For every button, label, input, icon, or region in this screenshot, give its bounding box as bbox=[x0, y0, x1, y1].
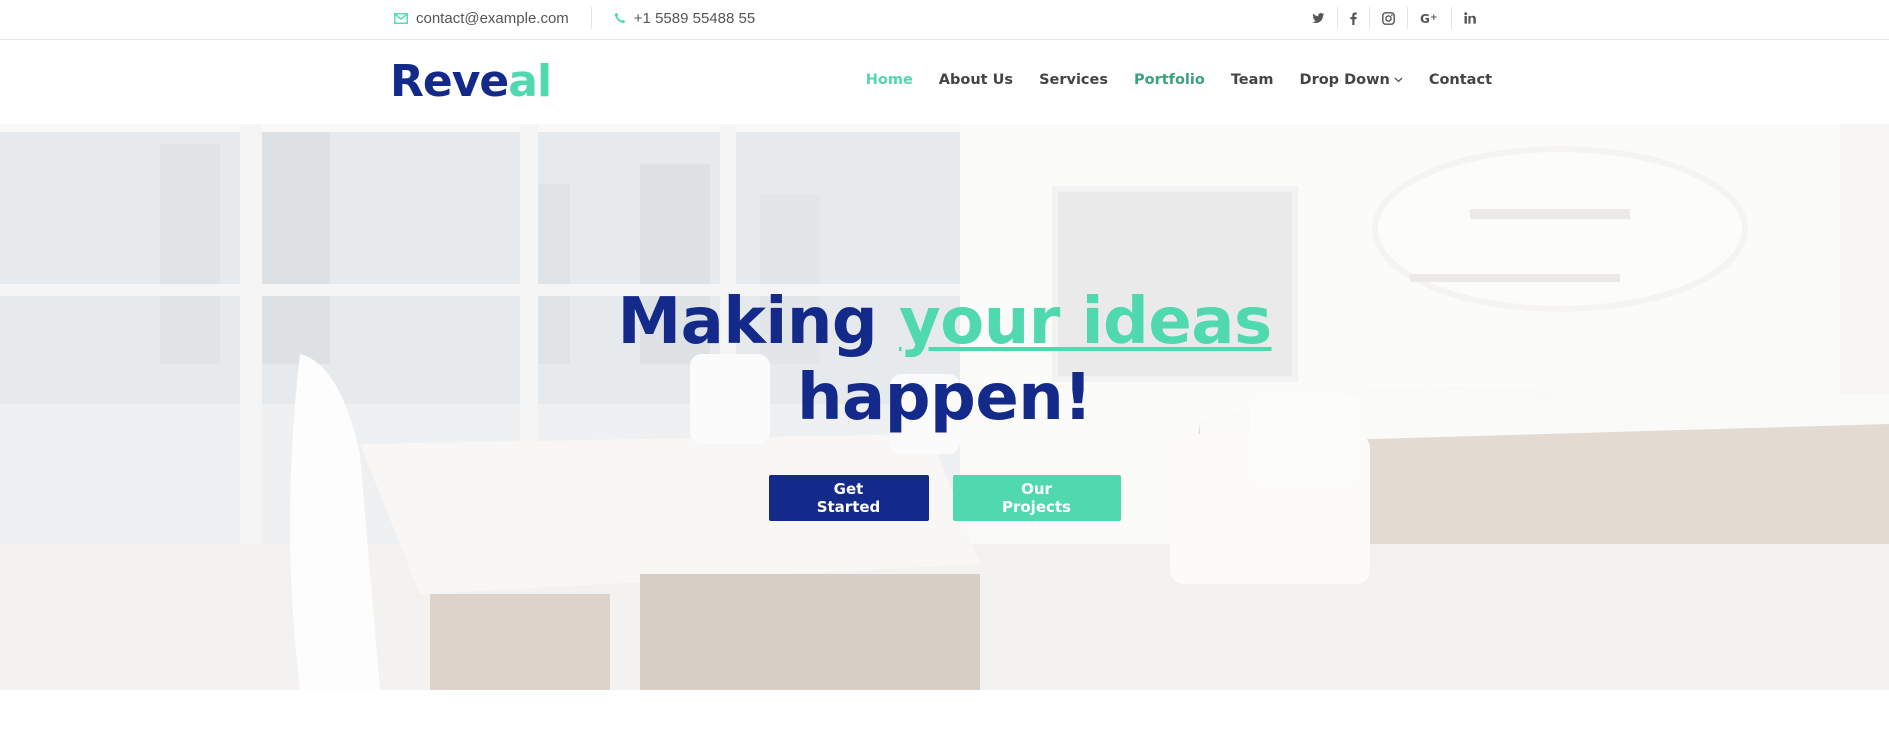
logo-text-part1: Reve bbox=[390, 56, 509, 107]
linkedin-icon[interactable] bbox=[1451, 7, 1488, 29]
nav-dropdown[interactable]: Drop Down bbox=[1300, 72, 1403, 88]
site-logo[interactable]: Reveal bbox=[390, 55, 552, 109]
divider bbox=[590, 7, 592, 29]
contact-email[interactable]: contact@example.com bbox=[416, 10, 569, 27]
logo-text-part2: al bbox=[508, 56, 552, 107]
nav-team[interactable]: Team bbox=[1231, 72, 1274, 88]
get-started-button[interactable]: Get Started bbox=[768, 475, 929, 521]
nav-services[interactable]: Services bbox=[1039, 72, 1108, 88]
contact-phone[interactable]: +1 5589 55488 55 bbox=[634, 10, 755, 27]
our-projects-button[interactable]: Our Projects bbox=[952, 475, 1121, 521]
svg-text:G: G bbox=[1420, 12, 1430, 24]
page-bottom bbox=[0, 690, 1889, 732]
hero-buttons: Get Started Our Projects bbox=[0, 475, 1889, 521]
instagram-icon[interactable] bbox=[1369, 7, 1407, 29]
nav-home[interactable]: Home bbox=[866, 72, 913, 88]
phone-icon bbox=[614, 12, 626, 24]
headline-line2: happen! bbox=[796, 361, 1093, 435]
social-links: G + bbox=[1300, 0, 1488, 36]
top-bar: contact@example.com +1 5589 55488 55 G + bbox=[0, 0, 1889, 40]
twitter-icon[interactable] bbox=[1300, 7, 1337, 29]
nav-dropdown-label: Drop Down bbox=[1299, 72, 1390, 88]
main-nav: Home About Us Services Portfolio Team Dr… bbox=[840, 41, 1492, 119]
nav-contact[interactable]: Contact bbox=[1429, 72, 1492, 88]
site-header: Reveal Home About Us Services Portfolio … bbox=[0, 41, 1889, 124]
contact-info: contact@example.com +1 5589 55488 55 bbox=[394, 0, 755, 36]
hero-section: Making your ideas happen! Get Started Ou… bbox=[0, 124, 1889, 690]
headline-highlight: your ideas bbox=[899, 285, 1272, 359]
facebook-icon[interactable] bbox=[1337, 7, 1369, 29]
envelope-icon bbox=[394, 12, 408, 24]
google-plus-icon[interactable]: G + bbox=[1407, 7, 1451, 29]
chevron-down-icon bbox=[1394, 77, 1403, 83]
headline-line1-start: Making bbox=[617, 285, 899, 359]
hero-headline: Making your ideas happen! bbox=[0, 284, 1889, 436]
svg-text:+: + bbox=[1430, 13, 1438, 23]
nav-about[interactable]: About Us bbox=[939, 72, 1013, 88]
nav-portfolio[interactable]: Portfolio bbox=[1134, 72, 1205, 88]
